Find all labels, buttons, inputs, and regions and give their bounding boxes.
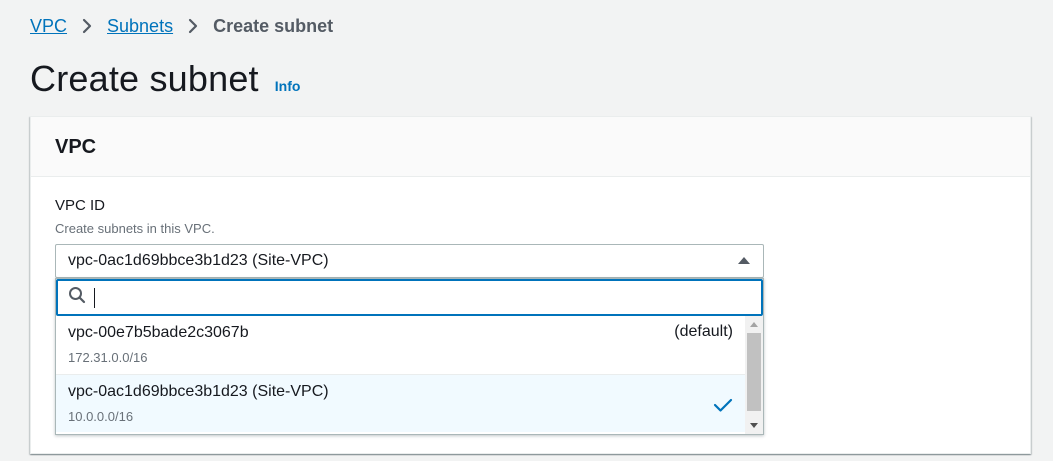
breadcrumb: VPC Subnets Create subnet (30, 14, 333, 38)
filter-input[interactable] (103, 283, 761, 312)
scroll-thumb[interactable] (747, 333, 761, 411)
breadcrumb-link-vpc[interactable]: VPC (30, 16, 67, 37)
page-title: Create subnet (30, 58, 259, 99)
vpc-id-select[interactable]: vpc-0ac1d69bbce3b1d23 (Site-VPC) (55, 244, 764, 278)
scroll-down-arrow-icon[interactable] (745, 418, 763, 434)
vpc-container: VPC VPC ID Create subnets in this VPC. v… (30, 116, 1031, 454)
chevron-right-icon (67, 14, 107, 38)
vpc-id-description: Create subnets in this VPC. (55, 221, 215, 236)
scroll-up-arrow-icon[interactable] (745, 316, 763, 332)
vpc-id-dropdown: vpc-00e7b5bade2c3067b (default) 172.31.0… (55, 278, 764, 435)
option-tag: (default) (674, 323, 733, 340)
vpc-id-label: VPC ID (55, 197, 106, 214)
vpc-id-selected-value: vpc-0ac1d69bbce3b1d23 (Site-VPC) (68, 252, 329, 269)
option-list-scrollbar[interactable] (745, 316, 763, 434)
chevron-right-icon (173, 14, 213, 38)
check-icon (713, 397, 733, 418)
option-description: 172.31.0.0/16 (68, 350, 148, 365)
option-label: vpc-00e7b5bade2c3067b (68, 324, 249, 341)
option-description: 10.0.0.0/16 (68, 409, 134, 424)
breadcrumb-link-subnets[interactable]: Subnets (107, 16, 173, 37)
page-header: Create subnet Info (30, 58, 300, 100)
info-link[interactable]: Info (275, 78, 301, 94)
caret-up-icon (737, 252, 751, 270)
option-label: vpc-0ac1d69bbce3b1d23 (Site-VPC) (68, 383, 329, 400)
option-vpc-site[interactable]: vpc-0ac1d69bbce3b1d23 (Site-VPC) 10.0.0.… (56, 374, 745, 432)
option-list: vpc-00e7b5bade2c3067b (default) 172.31.0… (56, 316, 745, 434)
option-vpc-default[interactable]: vpc-00e7b5bade2c3067b (default) 172.31.0… (56, 316, 745, 374)
filter-box[interactable] (56, 279, 763, 316)
container-header: VPC (31, 117, 1030, 177)
search-icon (68, 286, 86, 309)
text-cursor (94, 287, 95, 308)
breadcrumb-current: Create subnet (213, 15, 334, 36)
container-title: VPC (55, 136, 97, 158)
